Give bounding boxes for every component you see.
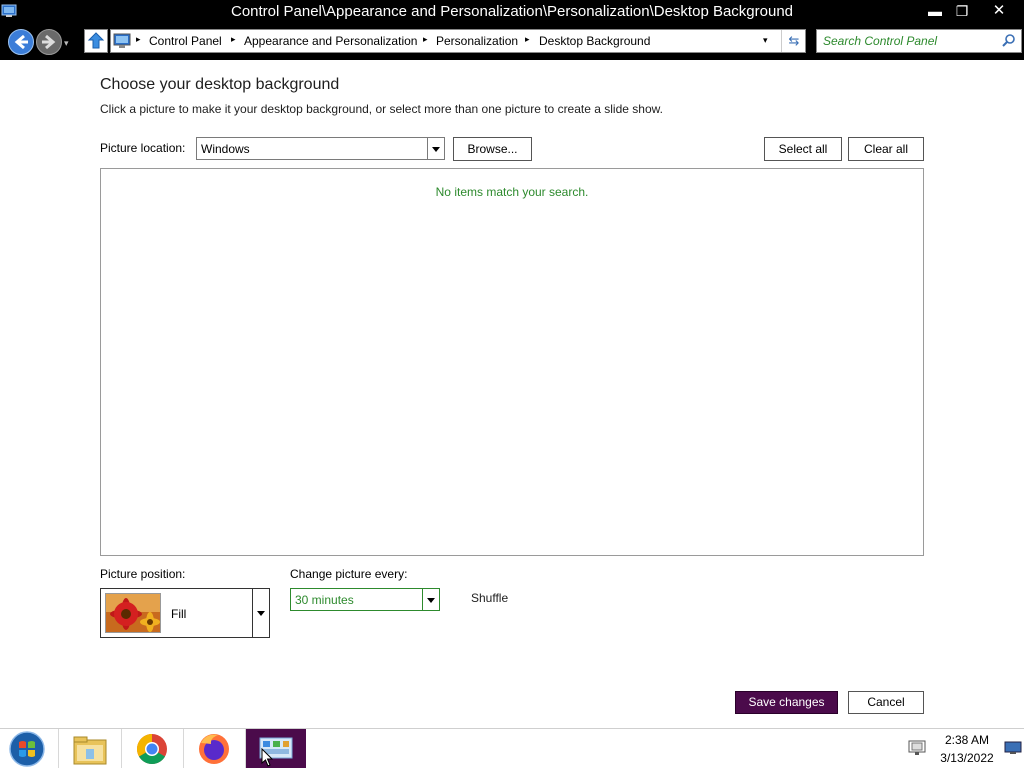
back-arrow-icon [14,34,28,50]
picture-location-dropdown[interactable]: Windows [196,137,445,160]
start-button[interactable] [0,729,55,768]
breadcrumb-separator-icon[interactable]: ▸ [423,34,428,45]
file-explorer-icon [73,736,107,765]
breadcrumb-desktop-background[interactable]: Desktop Background [539,34,650,48]
empty-message: No items match your search. [435,185,589,199]
close-button[interactable]: ✕ [976,0,1022,22]
title-bar: Control Panel\Appearance and Personaliza… [0,0,1024,24]
clear-all-button[interactable]: Clear all [848,137,924,161]
chrome-icon [136,734,167,765]
forward-button[interactable] [36,29,62,55]
taskbar-firefox[interactable] [184,729,244,768]
breadcrumb-personalization[interactable]: Personalization [436,34,518,48]
action-center-flag-icon[interactable] [907,739,927,757]
clock-date[interactable]: 3/13/2022 [934,751,1000,765]
cancel-button[interactable]: Cancel [848,691,924,714]
taskbar-file-explorer[interactable] [60,729,120,768]
browse-button[interactable]: Browse... [453,137,532,161]
page-description: Click a picture to make it your desktop … [100,102,663,116]
window-title: Control Panel\Appearance and Personaliza… [230,3,794,20]
change-picture-interval-value: 30 minutes [295,593,354,607]
breadcrumb-separator-icon[interactable]: ▸ [525,34,530,45]
picture-location-label: Picture location: [100,141,186,155]
back-button[interactable] [8,29,34,55]
picture-position-value: Fill [171,607,187,621]
chevron-down-icon[interactable] [252,589,269,637]
clock-time[interactable]: 2:38 AM [934,733,1000,747]
taskbar: 2:38 AM 3/13/2022 [0,728,1024,768]
breadcrumb-control-panel[interactable]: Control Panel [149,34,222,48]
save-changes-button[interactable]: Save changes [735,691,838,714]
up-arrow-icon [87,32,105,49]
windows-start-icon [9,731,45,767]
control-panel-icon [113,33,131,48]
firefox-icon [199,734,229,764]
breadcrumb-separator-icon[interactable]: ▸ [136,34,141,45]
taskbar-control-panel[interactable] [246,729,306,768]
breadcrumb-separator-icon[interactable]: ▸ [231,34,236,45]
select-all-button[interactable]: Select all [764,137,842,161]
chevron-down-icon[interactable] [427,138,444,159]
restore-button[interactable]: ❐ [949,0,975,22]
forward-arrow-icon [42,34,56,50]
search-box[interactable] [816,29,1022,53]
chevron-down-icon[interactable] [422,589,439,610]
shuffle-option[interactable]: Shuffle [471,591,508,605]
change-picture-label: Change picture every: [290,567,408,581]
address-history-chevron-down-icon[interactable]: ▾ [763,35,768,46]
picture-position-label: Picture position: [100,567,186,581]
minimize-button[interactable]: ▬ [922,0,948,22]
search-icon[interactable] [1001,33,1017,49]
control-panel-taskbar-icon [259,737,293,759]
change-picture-interval-dropdown[interactable]: 30 minutes [290,588,440,611]
show-desktop-icon[interactable] [1004,741,1022,755]
search-input[interactable] [823,33,993,49]
navigation-bar: ▾ ▸ Control Panel ▸ Appearance and Perso… [0,24,1024,60]
refresh-button[interactable]: ⇆ [781,30,806,52]
breadcrumb-appearance-and-personalization[interactable]: Appearance and Personalization [244,34,417,48]
taskbar-chrome[interactable] [122,729,182,768]
page-title: Choose your desktop background [100,76,340,93]
mouse-cursor-icon [261,748,273,767]
picture-position-dropdown[interactable]: Fill [100,588,270,638]
fill-preview-thumbnail [105,593,161,633]
up-button[interactable] [84,29,108,53]
recent-pages-chevron-down-icon[interactable]: ▾ [64,38,69,49]
picture-list[interactable]: No items match your search. [100,168,924,556]
taskbar-separator [58,729,59,768]
address-bar[interactable]: ▸ Control Panel ▸ Appearance and Persona… [110,29,806,53]
picture-location-value: Windows [201,142,250,156]
